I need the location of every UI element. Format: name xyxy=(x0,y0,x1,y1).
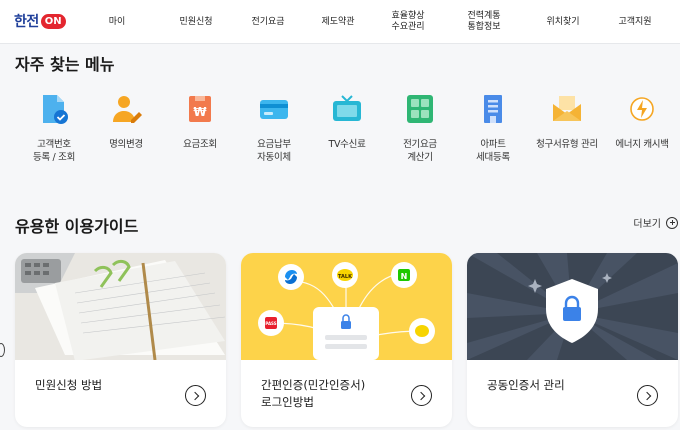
menu-auto-payment[interactable]: 요금납부 자동이체 xyxy=(235,92,313,164)
document-check-icon xyxy=(37,92,71,126)
menu-label: TV수신료 xyxy=(328,139,366,150)
guide-card-certificate[interactable]: 공동인증서 관리 xyxy=(467,253,678,427)
chevron-right-icon[interactable] xyxy=(411,385,432,406)
menu-label: 요금조회 xyxy=(183,139,217,150)
carousel-prev-arrow[interactable] xyxy=(0,343,5,357)
nav-customer-support[interactable]: 고객지원 xyxy=(608,0,662,44)
nav-civil-request[interactable]: 민원신청 xyxy=(170,0,222,44)
paperwork-photo xyxy=(15,253,226,361)
menu-tv-fee[interactable]: TV수신료 xyxy=(308,92,386,151)
menu-apartment-registration[interactable]: 아파트 세대등록 xyxy=(454,92,532,164)
menu-bill-calculator[interactable]: 전기요금 계산기 xyxy=(381,92,459,164)
top-navigation-bar: 한전 ON 마이 민원신청 전기요금 제도약관 효율향상 수요관리 전력계통 통… xyxy=(0,0,680,44)
menu-customer-number[interactable]: 고객번호 등록 / 조회 xyxy=(15,92,93,164)
guide-card-label: 민원신청 방법 xyxy=(35,378,103,392)
guide-card-label: 공동인증서 관리 xyxy=(487,378,565,392)
menu-label: 전기요금 계산기 xyxy=(403,139,437,163)
tv-icon xyxy=(330,92,364,126)
svg-text:PASS: PASS xyxy=(265,321,276,326)
nav-terms[interactable]: 제도약관 xyxy=(312,0,364,44)
more-label: 더보기 xyxy=(633,219,661,230)
svg-text:TALK: TALK xyxy=(338,274,353,280)
menu-label: 명의변경 xyxy=(109,139,143,150)
menu-name-change[interactable]: 명의변경 xyxy=(87,92,165,151)
envelope-icon xyxy=(550,92,584,126)
energy-bolt-icon xyxy=(625,92,659,126)
plus-circle-icon xyxy=(666,216,678,229)
quick-menu-title: 자주 찾는 메뉴 xyxy=(15,55,115,74)
kepco-logo[interactable]: 한전 ON xyxy=(14,11,66,31)
chevron-right-icon[interactable] xyxy=(185,385,206,406)
menu-label: 아파트 세대등록 xyxy=(476,139,510,163)
more-link[interactable]: 더보기 xyxy=(633,215,678,230)
menu-invoice-type[interactable]: 청구서유형 관리 xyxy=(528,92,606,151)
menu-bill-inquiry[interactable]: ₩ 요금조회 xyxy=(161,92,239,151)
quick-menu: 고객번호 등록 / 조회 명의변경 ₩ 요금조회 요금납부 자동이체 TV수신료… xyxy=(0,92,680,172)
menu-label: 고객번호 등록 / 조회 xyxy=(32,139,76,163)
guide-card-label: 간편인증(민간인증서) 로그인방법 xyxy=(261,378,366,409)
apartment-icon xyxy=(476,92,510,126)
menu-label: 에너지 캐시백 xyxy=(615,139,669,150)
nav-grid-info[interactable]: 전력계통 통합정보 xyxy=(456,0,512,44)
menu-label: 청구서유형 관리 xyxy=(536,139,598,150)
won-bill-icon: ₩ xyxy=(183,92,217,126)
nav-location[interactable]: 위치찾기 xyxy=(536,0,590,44)
nav-efficiency[interactable]: 효율향상 수요관리 xyxy=(380,0,436,44)
logo-text: 한전 xyxy=(14,14,39,30)
svg-text:N: N xyxy=(401,272,408,281)
person-edit-icon xyxy=(109,92,143,126)
logo-badge: ON xyxy=(40,13,66,29)
svg-text:₩: ₩ xyxy=(193,105,207,119)
guide-card-civil-request[interactable]: 민원신청 방법 xyxy=(15,253,226,427)
nav-my[interactable]: 마이 xyxy=(97,0,137,44)
nav-electricity-bill[interactable]: 전기요금 xyxy=(242,0,294,44)
simple-auth-illustration: TALK N PASS xyxy=(241,253,452,360)
calculator-icon xyxy=(403,92,437,126)
menu-label: 요금납부 자동이체 xyxy=(257,139,291,163)
menu-energy-cashback[interactable]: 에너지 캐시백 xyxy=(603,92,680,151)
guides-title: 유용한 이용가이드 xyxy=(15,217,139,236)
guide-card-simple-auth[interactable]: TALK N PASS 간편인증(민간인증서) 로그인방법 xyxy=(241,253,452,427)
certificate-shield-illustration xyxy=(467,253,678,360)
chevron-right-icon[interactable] xyxy=(637,385,658,406)
credit-card-icon xyxy=(257,92,291,126)
